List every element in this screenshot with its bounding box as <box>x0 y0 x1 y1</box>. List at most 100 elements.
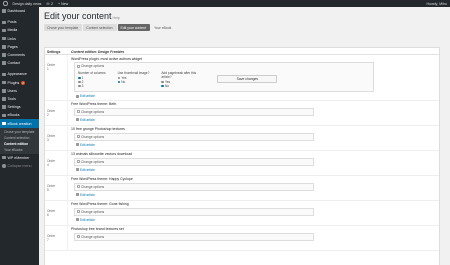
menu-settings[interactable]: Settings <box>0 103 39 111</box>
menu-media[interactable]: Media <box>0 26 39 34</box>
submenu-your-ebooks[interactable]: Your eBooks <box>0 147 39 153</box>
order-cell: Order 6 <box>45 200 68 225</box>
pencil-icon <box>76 94 79 98</box>
edit-article-link[interactable]: Edit article <box>76 94 436 98</box>
menu-dashboard[interactable]: Dashboard <box>0 7 39 15</box>
change-options-toggle[interactable]: Change options <box>75 134 313 140</box>
edit-article-link[interactable]: Edit article <box>76 168 436 172</box>
toggle-checkbox-icon <box>77 64 80 68</box>
new-content-link[interactable]: + New <box>58 2 68 6</box>
step-your-ebook[interactable]: Your eBook <box>151 24 175 31</box>
settings-icon <box>2 105 6 109</box>
table-row: Order 4 13 animals silhouette vectors dow… <box>45 150 439 176</box>
column-header-settings: Settings <box>47 49 61 54</box>
admin-bar: Design daily news ✉ 2 + New Howdy, Mihu <box>0 0 450 7</box>
page-title: Edit your contentHelp <box>44 11 120 21</box>
comment-bubble-icon: ✉ <box>46 1 50 6</box>
link-icon <box>2 36 6 41</box>
article-title: Free WordPress theme: Gone fishing <box>71 202 129 206</box>
edit-article-link[interactable]: Edit article <box>76 193 436 197</box>
step-edit-content[interactable]: Edit your content <box>117 24 150 31</box>
menu-links[interactable]: Links <box>0 35 39 43</box>
edit-article-link[interactable]: Edit article <box>76 118 436 122</box>
menu-wp-emember[interactable]: WP eMember <box>0 154 39 162</box>
article-title: 13 animals silhouette vectors download <box>71 152 133 156</box>
site-name-link[interactable]: Design daily news <box>13 2 42 6</box>
pencil-icon <box>76 218 79 221</box>
pencil-icon <box>76 168 79 171</box>
options-panel: Change options <box>74 207 314 216</box>
admin-sidebar: Dashboard Posts Media Links Pages Commen… <box>0 7 39 265</box>
menu-contact[interactable]: Contact <box>0 59 39 67</box>
media-icon <box>2 28 6 33</box>
plugins-update-badge: 2 <box>21 80 25 85</box>
comments-link[interactable]: ✉ 2 <box>46 2 53 6</box>
change-options-toggle[interactable]: Change options <box>75 159 313 165</box>
menu-ebook-creation[interactable]: eBook creation <box>0 119 39 128</box>
options-panel: Change options <box>74 232 314 241</box>
article-title: Free WordPress theme: Happy Cyclope <box>71 177 133 181</box>
collapse-arrow-icon <box>2 164 6 168</box>
change-options-toggle[interactable]: Change options <box>75 184 313 190</box>
content-edition-table: Settings Content edition: Design Freebie… <box>44 47 440 265</box>
pin-icon <box>2 20 6 25</box>
menu-plugins[interactable]: Plugins 2 <box>0 79 39 87</box>
menu-comments[interactable]: Comments <box>0 51 39 59</box>
ebook-creation-submenu: Chose your template Content selection Co… <box>0 127 39 154</box>
order-cell: Order 1 <box>45 55 68 100</box>
columns-option: Number of columns 1 2 3 <box>78 71 106 88</box>
users-icon <box>2 89 6 93</box>
pagebreak-option: Add pagebreak after this article? Yes No <box>161 71 201 88</box>
table-row: Order 2 Free WordPress theme: Beth Change… <box>45 100 439 126</box>
thumbnail-option: Use thumbnail image? Yes No <box>117 71 150 84</box>
tools-icon <box>2 97 6 101</box>
menu-ebooks[interactable]: eBooks <box>0 111 39 119</box>
menu-pages[interactable]: Pages <box>0 43 39 51</box>
columns-radio-3[interactable]: 3 <box>78 84 106 88</box>
toggle-checkbox-icon <box>77 160 80 163</box>
thumbnail-radio-no[interactable]: No <box>117 80 150 84</box>
toggle-checkbox-icon <box>77 135 80 138</box>
collapse-menu-button[interactable]: Collapse menu <box>0 162 39 170</box>
edit-article-link[interactable]: Edit article <box>76 218 436 222</box>
edit-article-link[interactable]: Edit article <box>76 143 436 147</box>
table-row: Order 7 Photoshop free brand textures set… <box>45 225 439 251</box>
save-changes-button[interactable]: Save changes <box>217 75 278 83</box>
dashboard-icon <box>2 9 6 13</box>
step-content-selection[interactable]: Content selection <box>83 24 117 31</box>
order-cell: Order 5 <box>45 175 68 200</box>
help-link[interactable]: Help <box>113 16 120 20</box>
main-content: Edit your contentHelp Chose your templat… <box>39 7 450 265</box>
order-cell: Order 3 <box>45 125 68 150</box>
article-title: 10 free grunge Photoshop textures <box>71 127 125 131</box>
member-icon <box>2 155 6 160</box>
book-icon <box>2 113 6 118</box>
pencil-icon <box>76 143 79 146</box>
change-options-toggle[interactable]: Change options <box>75 109 313 115</box>
change-options-toggle[interactable]: Change options <box>75 234 313 240</box>
menu-posts[interactable]: Posts <box>0 18 39 26</box>
account-menu[interactable]: Howdy, Mihu <box>426 2 447 6</box>
wordpress-logo-icon[interactable] <box>3 1 8 6</box>
options-panel: Change options Number of columns 1 2 3 U… <box>74 62 374 92</box>
article-title: Free WordPress theme: Beth <box>71 102 117 106</box>
order-cell: Order 4 <box>45 150 68 175</box>
step-choose-template[interactable]: Chose your template <box>44 24 83 31</box>
menu-appearance[interactable]: Appearance <box>0 70 39 78</box>
table-row: Order 5 Free WordPress theme: Happy Cyclo… <box>45 175 439 201</box>
toggle-checkbox-icon <box>77 235 80 238</box>
change-options-toggle[interactable]: Change options <box>75 209 313 215</box>
wizard-steps: Chose your template Content selection Ed… <box>44 24 176 31</box>
options-panel: Change options <box>74 182 314 191</box>
menu-tools[interactable]: Tools <box>0 95 39 103</box>
pagebreak-radio-no[interactable]: No <box>161 84 201 88</box>
article-title: Photoshop free brand textures set <box>71 227 124 231</box>
page-icon <box>2 45 6 49</box>
pencil-icon <box>76 193 79 196</box>
contact-icon <box>2 61 6 65</box>
table-header: Settings Content edition: Design Freebie… <box>45 48 439 55</box>
column-header-content: Content edition: Design Freebies <box>71 49 125 54</box>
table-row: Order 3 10 free grunge Photoshop textures… <box>45 125 439 151</box>
menu-users[interactable]: Users <box>0 87 39 95</box>
table-row: Order 6 Free WordPress theme: Gone fishin… <box>45 200 439 226</box>
